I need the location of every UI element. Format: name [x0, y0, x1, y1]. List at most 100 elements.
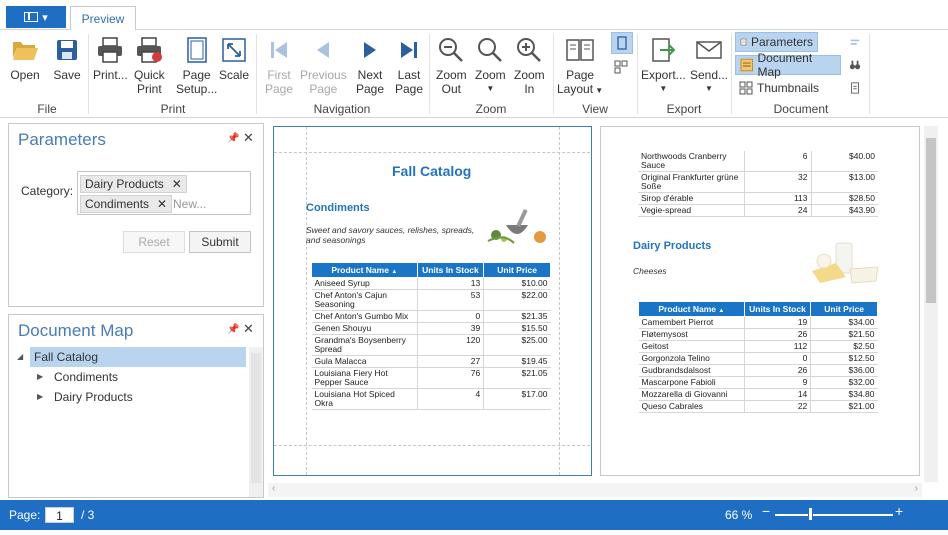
quick-print-button[interactable]: Quick Print: [134, 34, 165, 96]
price-cell: $10.00: [483, 277, 551, 290]
page-number-input[interactable]: 1: [45, 507, 74, 523]
zoom-out-button[interactable]: Zoom Out: [436, 34, 467, 96]
send-button[interactable]: Send... ▼: [690, 34, 728, 96]
submit-button[interactable]: Submit: [189, 231, 251, 253]
table-row: Louisiana Fiery Hot Pepper Sauce 76 $21.05: [311, 367, 551, 389]
save-button[interactable]: Save: [52, 34, 82, 82]
zoom-in-icon[interactable]: +: [895, 503, 903, 519]
expand-icon[interactable]: ▶: [37, 392, 43, 401]
collapse-icon[interactable]: ◢: [17, 352, 23, 361]
single-page-view-button[interactable]: [611, 32, 633, 54]
price-cell: $15.50: [483, 322, 551, 335]
category-description: Cheeses: [633, 266, 667, 276]
column-header-product-name[interactable]: Product Name ▲: [638, 301, 745, 317]
reset-button[interactable]: Reset: [123, 231, 185, 253]
app-menu-button[interactable]: ▾: [6, 6, 66, 28]
column-header-units[interactable]: Units In Stock: [743, 301, 812, 317]
zoom-level: 66 %: [725, 508, 753, 522]
pin-icon[interactable]: 📌: [227, 324, 239, 335]
editing-fields-button[interactable]: [845, 33, 865, 53]
zoom-slider-track[interactable]: [775, 514, 893, 516]
scroll-left-icon[interactable]: ‹: [272, 483, 275, 494]
units-cell: 113: [744, 192, 812, 205]
separator: [88, 34, 89, 114]
margin-guide: [274, 152, 590, 153]
close-icon[interactable]: ✕: [243, 321, 254, 337]
category-token-editor[interactable]: Dairy Products ✕ Condiments ✕ New...: [77, 171, 251, 215]
zoom-button[interactable]: Zoom ▼: [475, 34, 506, 96]
open-button[interactable]: Open: [10, 34, 40, 82]
page-setup-button[interactable]: Page Setup...: [176, 34, 217, 96]
expand-icon[interactable]: ▶: [37, 372, 43, 381]
product-name-cell: Sirop d'érable: [638, 192, 745, 205]
product-name-cell: Queso Cabrales: [638, 400, 745, 413]
next-page-button[interactable]: Next Page: [355, 34, 385, 96]
group-label-print: Print: [160, 102, 186, 116]
zoom-slider-thumb[interactable]: [808, 507, 813, 521]
scroll-right-icon[interactable]: ›: [915, 483, 918, 494]
price-cell: $21.35: [483, 310, 551, 323]
new-token-placeholder[interactable]: New...: [173, 197, 206, 211]
units-cell: 0: [744, 352, 812, 365]
save-icon: [52, 34, 82, 66]
chevron-down-icon: ▼: [705, 84, 713, 93]
close-icon[interactable]: ✕: [243, 130, 254, 146]
preview-page-2[interactable]: Northwoods Cranberry Sauce 6 $40.00 Origina…: [600, 126, 920, 476]
table-row: Gula Malacca 27 $19.45: [311, 355, 551, 368]
tree-item-fall-catalog[interactable]: Fall Catalog: [30, 347, 246, 367]
token-condiments[interactable]: Condiments ✕: [80, 195, 173, 213]
watermark-button[interactable]: [845, 78, 865, 98]
pin-icon[interactable]: 📌: [227, 133, 239, 144]
token-dairy-products[interactable]: Dairy Products ✕: [80, 175, 187, 193]
zoom-out-icon[interactable]: −: [762, 503, 770, 519]
column-header-price[interactable]: Unit Price: [810, 301, 878, 317]
scale-icon: [219, 34, 249, 66]
margin-guide: [559, 127, 560, 475]
ribbon: Open Save File Print... Quick Print Page…: [0, 30, 948, 118]
group-label-navigation: Navigation: [313, 102, 371, 116]
document-map-scrollbar[interactable]: [249, 347, 263, 497]
units-cell: 19: [744, 316, 812, 329]
page-setup-icon: [182, 34, 212, 66]
document-map-toggle[interactable]: Document Map: [735, 51, 841, 79]
units-cell: 27: [417, 355, 485, 368]
product-name-cell: Vegie-spread: [638, 204, 745, 217]
preview-horizontal-scrollbar[interactable]: ‹ ›: [268, 483, 922, 497]
scrollbar-thumb[interactable]: [926, 138, 936, 303]
parameters-toggle[interactable]: Parameters: [735, 32, 818, 52]
remove-token-icon[interactable]: ✕: [172, 177, 182, 191]
search-button[interactable]: [845, 55, 865, 75]
price-cell: $34.80: [810, 388, 878, 401]
page-layout-icon: [565, 34, 595, 66]
table-row: Gudbrandsdalsost 26 $36.00: [638, 364, 878, 377]
table-row: Queso Cabrales 22 $21.00: [638, 400, 878, 413]
units-cell: 4: [417, 388, 485, 410]
preview-page-1[interactable]: Fall Catalog Condiments Sweet and savory…: [273, 126, 592, 476]
scale-button[interactable]: Scale: [219, 34, 249, 82]
condiments-table: Product Name ▲ Units In Stock Unit Price…: [311, 262, 551, 410]
zoom-in-button[interactable]: Zoom In: [514, 34, 545, 96]
units-cell: 9: [744, 376, 812, 389]
thumbnails-toggle[interactable]: Thumbnails: [735, 78, 825, 98]
last-page-button[interactable]: Last Page: [394, 34, 424, 96]
next-page-icon: [355, 34, 385, 66]
tree-item-dairy-products[interactable]: Dairy Products: [54, 387, 133, 407]
tab-preview[interactable]: Preview: [70, 6, 136, 31]
print-button[interactable]: Print...: [93, 34, 128, 82]
product-name-cell: Chef Anton's Cajun Seasoning: [311, 289, 418, 311]
page-layout-button[interactable]: Page Layout ▼: [557, 34, 603, 98]
tree-item-condiments[interactable]: Condiments: [54, 367, 118, 387]
column-header-units[interactable]: Units In Stock: [416, 262, 485, 278]
price-cell: $21.50: [810, 328, 878, 341]
export-button[interactable]: Export... ▼: [641, 34, 686, 96]
column-header-product-name[interactable]: Product Name ▲: [311, 262, 418, 278]
first-page-button[interactable]: First Page: [264, 34, 294, 96]
multi-page-view-button[interactable]: [611, 56, 633, 78]
table-row: Fløtemysost 26 $21.50: [638, 328, 878, 341]
previous-page-button[interactable]: Previous Page: [300, 34, 347, 96]
table-row: Northwoods Cranberry Sauce 6 $40.00: [638, 151, 878, 172]
preview-vertical-scrollbar[interactable]: [924, 126, 938, 482]
scrollbar-thumb[interactable]: [251, 353, 261, 483]
column-header-price[interactable]: Unit Price: [483, 262, 551, 278]
remove-token-icon[interactable]: ✕: [157, 197, 167, 211]
